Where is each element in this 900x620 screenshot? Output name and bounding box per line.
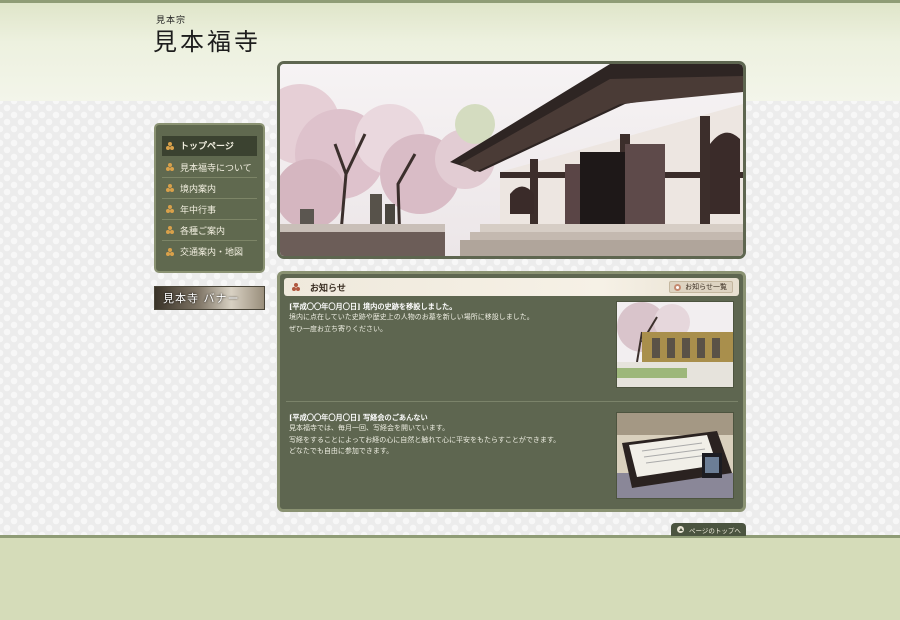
banner-label: 見本寺 バナー <box>163 292 240 305</box>
nav-item-grounds[interactable]: 境内案内 <box>162 178 257 199</box>
page-top-label: ページのトップへ <box>689 526 741 535</box>
nav-item-top[interactable]: トップページ <box>162 136 257 156</box>
nav-item-access[interactable]: 交通案内・地図 <box>162 241 257 262</box>
hero-image <box>277 61 746 259</box>
footer <box>0 538 900 620</box>
nav-item-about[interactable]: 見本福寺について <box>162 157 257 178</box>
crest-icon <box>166 205 174 213</box>
news-list-button[interactable]: お知らせ一覧 <box>669 281 733 293</box>
nav-item-guide[interactable]: 各種ご案内 <box>162 220 257 241</box>
news-thumbnail[interactable] <box>616 301 734 388</box>
nav-item-label: 年中行事 <box>180 205 217 216</box>
nav-item-label: 各種ご案内 <box>180 226 226 237</box>
nav-item-events[interactable]: 年中行事 <box>162 199 257 220</box>
crest-icon <box>166 226 174 234</box>
nav-item-label: 境内案内 <box>180 184 217 195</box>
arrow-up-icon <box>677 526 684 533</box>
crest-icon <box>166 247 174 256</box>
nav-item-label: 交通案内・地図 <box>180 248 244 258</box>
news-divider <box>286 401 738 402</box>
arrow-circle-icon <box>674 283 682 291</box>
news-list-label: お知らせ一覧 <box>685 283 727 291</box>
nav-item-label: 見本福寺について <box>180 163 252 174</box>
crest-icon <box>292 283 300 291</box>
page-top-button[interactable]: ページのトップへ <box>671 523 746 536</box>
news-title: お知らせ <box>310 283 346 294</box>
crest-icon <box>166 163 174 171</box>
crest-icon <box>166 184 174 192</box>
news-header: お知らせ お知らせ一覧 <box>284 278 739 296</box>
nav-item-label: トップページ <box>180 142 234 152</box>
site-logo[interactable]: 見本福寺 <box>153 22 261 57</box>
sidebar-banner[interactable]: 見本寺 バナー <box>154 286 265 310</box>
news-panel: お知らせ お知らせ一覧 [平成〇〇年〇月〇日] 境内の史跡を移設しました。 境内… <box>277 271 746 512</box>
main-navigation: トップページ 見本福寺について 境内案内 年中行事 各種ご案内 交通案内・地図 <box>154 123 265 273</box>
crest-icon <box>166 141 174 150</box>
news-thumbnail[interactable] <box>616 412 734 499</box>
